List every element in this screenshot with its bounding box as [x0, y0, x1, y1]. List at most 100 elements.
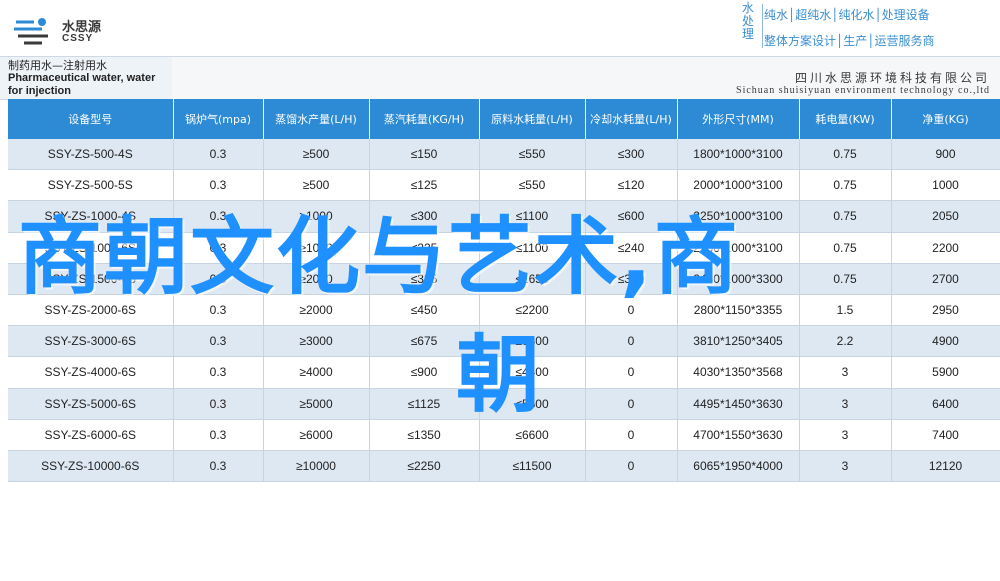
table-cell: ≤125 — [369, 169, 480, 202]
table-cell: ≤300 — [369, 200, 480, 233]
table-cell: 2250*1000*3100 — [677, 200, 800, 233]
table-cell: ≤11500 — [479, 450, 586, 483]
table-cell: 900 — [891, 139, 1000, 171]
table-cell: ≤2250 — [369, 450, 480, 483]
table-cell: SSY-ZS-500-5S — [8, 169, 174, 202]
product-title-cn: 制药用水—注射用水 — [8, 59, 107, 72]
table-cell: 0.75 — [799, 139, 892, 171]
table-cell: SSY-ZS-10000-6S — [8, 450, 174, 483]
table-cell: ≥6000 — [263, 419, 370, 451]
table-cell: 1000 — [891, 169, 1000, 202]
column-header: 设备型号 — [8, 99, 174, 139]
table-cell: 4700*1550*3630 — [677, 419, 800, 451]
table-cell: ≤240 — [585, 232, 678, 264]
table-cell: ≤225 — [369, 232, 480, 264]
table-cell: 0 — [585, 388, 678, 420]
brand-vertical-label: 水处理 — [741, 1, 754, 41]
table-row: SSY-ZS-1000-4S 0.3 ≥1000 ≤300 ≤1100 ≤600 2250*… — [8, 200, 1000, 233]
company-name-en: Sichuan shuisiyuan environment technolog… — [736, 85, 990, 96]
column-header: 蒸馏水产量(L/H) — [263, 99, 370, 139]
table-row: SSY-ZS-3000-6S 0.3 ≥3000 ≤675 ≤3300 0 3810*125… — [8, 325, 1000, 358]
table-cell: SSY-ZS-500-4S — [8, 139, 174, 171]
table-cell: 4030*1350*3568 — [677, 356, 800, 389]
table-cell: ≥10000 — [263, 450, 370, 483]
table-cell: ≤1650 — [479, 263, 586, 295]
table-cell: ≥500 — [263, 169, 370, 202]
table-cell: 0 — [585, 419, 678, 451]
brand-tagline-line2: 整体方案设计│生产│运营服务商 — [764, 34, 935, 48]
brand-tagline-line1: 纯水│超纯水│纯化水│处理设备 — [764, 8, 930, 22]
table-cell: ≥2000 — [263, 263, 370, 295]
table-cell: 0.3 — [173, 294, 264, 327]
table-cell: 0.3 — [173, 200, 264, 233]
table-cell: SSY-ZS-6000-6S — [8, 419, 174, 451]
table-cell: ≥5000 — [263, 388, 370, 420]
table-cell: ≤450 — [369, 294, 480, 327]
table-cell: ≤150 — [369, 139, 480, 171]
table-cell: ≤1125 — [369, 388, 480, 420]
logo-name-en: CSSY — [62, 33, 94, 44]
table-cell: 2450*1000*3300 — [677, 263, 800, 295]
table-row: SSY-ZS-1000-6S 0.3 ≥1000 ≤225 ≤1100 ≤240 2500*… — [8, 232, 1000, 264]
table-cell: 1800*1000*3100 — [677, 139, 800, 171]
table-cell: 7400 — [891, 419, 1000, 451]
table-cell: ≥1000 — [263, 200, 370, 233]
table-cell: ≤900 — [369, 356, 480, 389]
table-cell: 0.3 — [173, 232, 264, 264]
table-cell: 0 — [585, 294, 678, 327]
table-cell: 2500*1000*3100 — [677, 232, 800, 264]
column-header: 原料水耗量(L/H) — [479, 99, 586, 139]
table-cell: 0 — [585, 356, 678, 389]
table-row: SSY-ZS-10000-6S 0.3 ≥10000 ≤2250 ≤11500 0 6065… — [8, 450, 1000, 483]
water-drop-logo-icon — [14, 18, 48, 45]
table-cell: 0.3 — [173, 139, 264, 171]
table-cell: 0 — [585, 450, 678, 483]
table-row: SSY-ZS-500-5S 0.3 ≥500 ≤125 ≤550 ≤120 2000*100… — [8, 169, 1000, 202]
table-row: SSY-ZS-5000-6S 0.3 ≥5000 ≤1125 ≤5500 0 4495*14… — [8, 388, 1000, 420]
table-cell: ≥2000 — [263, 294, 370, 327]
table-row: SSY-ZS-6000-6S 0.3 ≥6000 ≤1350 ≤6600 0 4700*15… — [8, 419, 1000, 451]
column-header: 外形尺寸(MM) — [677, 99, 800, 139]
table-row: SSY-ZS-1500-6S 0.3 ≥2000 ≤325 ≤1650 ≤350 2450*… — [8, 263, 1000, 295]
table-cell: SSY-ZS-1000-6S — [8, 232, 174, 264]
table-row: SSY-ZS-4000-6S 0.3 ≥4000 ≤900 ≤4400 0 4030*135… — [8, 356, 1000, 389]
table-cell: SSY-ZS-1000-4S — [8, 200, 174, 233]
table-cell: 3 — [799, 388, 892, 420]
table-cell: 6400 — [891, 388, 1000, 420]
company-logo[interactable]: 水思源 CSSY — [12, 14, 122, 50]
table-cell: 2800*1150*3355 — [677, 294, 800, 327]
table-cell: 12120 — [891, 450, 1000, 483]
table-cell: 3 — [799, 419, 892, 451]
column-header: 净重(KG) — [891, 99, 1000, 139]
table-cell: SSY-ZS-3000-6S — [8, 325, 174, 358]
table-cell: 0 — [585, 325, 678, 358]
table-cell: 1.5 — [799, 294, 892, 327]
table-cell: ≤4400 — [479, 356, 586, 389]
column-header: 蒸汽耗量(KG/H) — [369, 99, 480, 139]
table-cell: ≤300 — [585, 139, 678, 171]
table-cell: 2200 — [891, 232, 1000, 264]
table-cell: ≤325 — [369, 263, 480, 295]
table-cell: 0.3 — [173, 450, 264, 483]
table-row: SSY-ZS-500-4S 0.3 ≥500 ≤150 ≤550 ≤300 1800*100… — [8, 139, 1000, 171]
page-header: 水思源 CSSY 水处理 纯水│超纯水│纯化水│处理设备 整体方案设计│生产│运… — [0, 0, 1000, 56]
table-cell: ≤3300 — [479, 325, 586, 358]
brand-tagline: 纯水│超纯水│纯化水│处理设备 整体方案设计│生产│运营服务商 — [764, 2, 934, 54]
table-cell: 0.3 — [173, 356, 264, 389]
table-cell: 0.75 — [799, 200, 892, 233]
table-cell: 0.3 — [173, 169, 264, 202]
table-cell: ≥3000 — [263, 325, 370, 358]
table-cell: 0.75 — [799, 169, 892, 202]
table-cell: 2050 — [891, 200, 1000, 233]
table-cell: SSY-ZS-1500-6S — [8, 263, 174, 295]
company-name-cn: 四川水思源环境科技有限公司 — [794, 71, 990, 85]
column-header: 冷却水耗量(L/H) — [585, 99, 678, 139]
table-cell: 6065*1950*4000 — [677, 450, 800, 483]
table-cell: 4495*1450*3630 — [677, 388, 800, 420]
table-cell: ≤600 — [585, 200, 678, 233]
table-cell: 2700 — [891, 263, 1000, 295]
table-cell: 3 — [799, 450, 892, 483]
table-cell: ≤1100 — [479, 232, 586, 264]
table-cell: 3810*1250*3405 — [677, 325, 800, 358]
product-title: 制药用水—注射用水 Pharmaceutical water, water fo… — [0, 56, 172, 100]
